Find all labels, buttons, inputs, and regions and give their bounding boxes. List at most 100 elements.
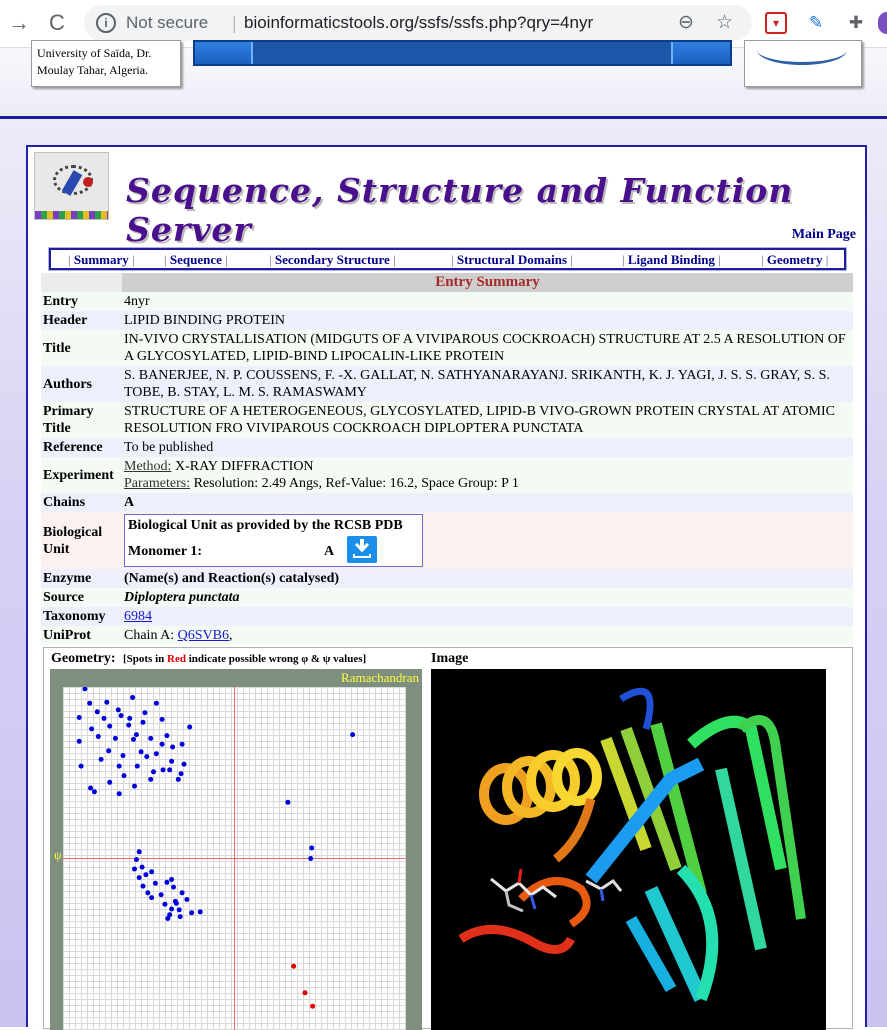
residue-point <box>309 845 315 851</box>
ramachandran-plot-area <box>63 687 406 1030</box>
authors-value: S. BANERJEE, N. P. COUSSENS, F. -X. GALL… <box>122 366 853 402</box>
taxonomy-label: Taxonomy <box>41 607 122 626</box>
residue-point <box>88 785 94 791</box>
table-row: Title IN-VIVO CRYSTALLISATION (MIDGUTS O… <box>41 330 853 366</box>
header-label: Header <box>41 311 122 330</box>
tab-geometry[interactable]: | Geometry | <box>761 252 828 268</box>
residue-point <box>165 916 171 921</box>
site-logo-image <box>34 152 109 220</box>
method-value: X-RAY DIFFRACTION <box>174 459 314 474</box>
residue-point <box>171 884 176 890</box>
table-row: Primary Title STRUCTURE OF A HETEROGENEO… <box>41 402 853 438</box>
zoom-icon[interactable]: ⊖ <box>678 11 694 34</box>
residue-point <box>285 799 291 805</box>
residue-point <box>184 897 190 902</box>
tab-bar: | Summary | | Sequence | | Secondary Str… <box>48 247 847 271</box>
entry-label: Entry <box>41 292 122 311</box>
reference-label: Reference <box>41 438 122 457</box>
security-label: Not secure <box>126 13 209 32</box>
protein-structure-image <box>431 669 826 1030</box>
chart-title: Ramachandran <box>341 670 419 685</box>
extensions-puzzle-icon[interactable]: ✚ <box>845 12 867 34</box>
table-row: Header LIPID BINDING PROTEIN <box>41 311 853 330</box>
table-row: Entry 4nyr <box>41 292 853 311</box>
url-text[interactable]: bioinformaticstools.org/ssfs/ssfs.php?qr… <box>244 13 593 33</box>
residue-point <box>148 735 154 741</box>
residue-point <box>91 789 97 795</box>
tab-summary[interactable]: | Summary | <box>68 252 135 268</box>
geometry-note: [Spots in Red indicate possible wrong φ … <box>123 653 367 665</box>
monomer-row: Monomer 1: A <box>128 534 419 564</box>
residue-point <box>143 872 149 878</box>
info-icon[interactable]: i <box>96 13 116 33</box>
residue-point <box>106 748 112 754</box>
feather-extension-icon[interactable]: ✎ <box>805 12 827 34</box>
reload-icon[interactable]: C <box>44 10 70 36</box>
residue-point <box>82 687 88 692</box>
taxonomy-link[interactable]: 6984 <box>124 609 152 624</box>
banner-inner <box>251 42 673 64</box>
residue-point <box>142 710 148 716</box>
download-button[interactable] <box>347 536 377 563</box>
back-arrow-icon[interactable]: → <box>6 10 32 36</box>
residue-point <box>169 877 175 882</box>
tab-secondary-structure[interactable]: | Secondary Structure | <box>269 252 396 268</box>
residue-point <box>179 741 185 747</box>
residue-point <box>120 753 126 759</box>
residue-point <box>116 791 122 797</box>
main-panel: Sequence, Structure and Function Server … <box>26 145 867 1030</box>
residue-point <box>126 722 132 728</box>
monomer-chain: A <box>324 544 335 559</box>
title-label: Title <box>41 330 122 366</box>
residue-point <box>136 849 142 855</box>
address-bar[interactable]: i Not secure | bioinformaticstools.org/s… <box>84 5 752 41</box>
residue-point <box>159 741 165 747</box>
residue-point <box>116 763 122 769</box>
table-row: UniProt Chain A: Q6SVB6, <box>41 626 853 645</box>
tab-structural-domains[interactable]: | Structural Domains | <box>451 252 573 268</box>
image-label: Image <box>431 651 469 666</box>
table-row: Taxonomy 6984 <box>41 607 853 626</box>
uniprot-link[interactable]: Q6SVB6 <box>178 628 229 643</box>
residue-point <box>176 907 182 913</box>
geometry-section: Geometry: [Spots in Red indicate possibl… <box>43 647 853 1030</box>
parameters-value: Resolution: 2.49 Angs, Ref-Value: 16.2, … <box>193 476 519 491</box>
tab-sequence[interactable]: | Sequence | <box>164 252 228 268</box>
table-row: Reference To be published <box>41 438 853 457</box>
residue-point <box>94 709 100 715</box>
residue-point <box>138 749 144 755</box>
residue-point <box>158 892 164 898</box>
entry-summary-heading: Entry Summary <box>122 273 853 292</box>
site-title: Sequence, Structure and Function Server <box>126 171 794 249</box>
residue-point <box>308 856 314 861</box>
residue-point <box>89 726 95 732</box>
table-row: Source Diploptera punctata <box>41 588 853 607</box>
residue-point <box>98 756 104 762</box>
residue-point <box>118 713 124 719</box>
table-row: Biological Unit Biological Unit as provi… <box>41 512 853 569</box>
summary-header-row: Entry Summary <box>41 273 853 292</box>
residue-point <box>78 763 84 769</box>
geometry-label: Geometry: <box>51 651 116 666</box>
main-page-link[interactable]: Main Page <box>792 227 856 243</box>
residue-point <box>177 914 183 920</box>
residue-point <box>107 779 113 785</box>
residue-point <box>144 754 150 760</box>
residue-point <box>87 700 93 706</box>
reference-value: To be published <box>122 438 853 457</box>
primary-title-value: STRUCTURE OF A HETEROGENEOUS, GLYCOSYLAT… <box>122 402 853 438</box>
residue-point <box>131 736 136 742</box>
parameters-label: Parameters: <box>124 476 191 491</box>
biological-unit-title: Biological Unit as provided by the RCSB … <box>128 518 403 533</box>
residue-point <box>107 723 113 729</box>
residue-point <box>167 767 173 773</box>
pocket-extension-icon[interactable]: ▾ <box>765 12 787 34</box>
outlier-point <box>310 1003 316 1009</box>
profile-avatar[interactable] <box>878 12 887 34</box>
bookmark-star-icon[interactable]: ☆ <box>716 11 733 34</box>
residue-point <box>115 707 121 713</box>
tab-ligand-binding[interactable]: | Ligand Binding | <box>622 252 721 268</box>
source-label: Source <box>41 588 122 607</box>
university-text: University of Saïda, Dr. Moulay Tahar, A… <box>37 46 152 77</box>
address-divider: | <box>232 13 237 33</box>
